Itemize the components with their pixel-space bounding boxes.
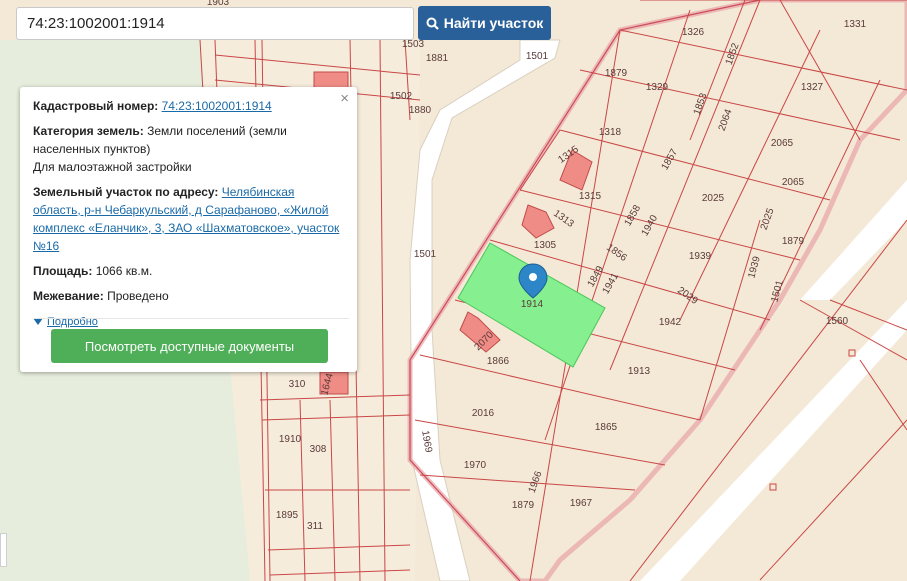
plot-number-label: 1329 — [646, 82, 669, 93]
plot-number-label: 1315 — [579, 191, 602, 202]
plot-number-label: 2016 — [472, 408, 495, 419]
plot-number-label: 1881 — [426, 53, 449, 64]
caret-down-icon — [33, 318, 43, 325]
plot-number-label: 310 — [289, 379, 306, 390]
plot-number-label: 1501 — [414, 249, 437, 260]
area-value: 1066 кв.м. — [95, 264, 153, 278]
plot-number-label: 1327 — [801, 82, 824, 93]
plot-number-label: 1560 — [826, 316, 849, 327]
category-label: Категория земель: — [33, 124, 144, 138]
plot-number-label: 1318 — [599, 127, 622, 138]
plot-number-label: 1866 — [487, 356, 510, 367]
plot-number-label: 1502 — [390, 91, 413, 102]
plot-number-label: 1895 — [276, 510, 299, 521]
plot-number-label: 1331 — [844, 19, 867, 30]
find-plot-label: Найти участок — [443, 15, 544, 31]
divider — [33, 318, 349, 319]
plot-number-label: 1914 — [521, 299, 544, 310]
survey-label: Межевание: — [33, 289, 104, 303]
plot-number-label: 1865 — [595, 422, 618, 433]
area-label: Площадь: — [33, 264, 93, 278]
search-input[interactable] — [16, 7, 414, 40]
address-label: Земельный участок по адресу: — [33, 185, 219, 199]
plot-number-label: 1942 — [659, 317, 682, 328]
plot-number-label: 2025 — [702, 193, 725, 204]
parcel-info-panel: × Кадастровый номер: 74:23:1002001:1914 … — [20, 87, 357, 372]
plot-number-label: 2065 — [782, 177, 805, 188]
cadastral-label: Кадастровый номер: — [33, 99, 159, 113]
plot-number-label: 1879 — [782, 236, 805, 247]
plot-number-label: 1913 — [628, 366, 651, 377]
view-documents-button[interactable]: Посмотреть доступные документы — [51, 329, 328, 363]
plot-number-label: 1910 — [279, 434, 302, 445]
details-label: Подробно — [47, 315, 98, 328]
find-plot-button[interactable]: Найти участок — [418, 6, 551, 40]
building — [313, 71, 349, 89]
plot-number-label: 1879 — [605, 68, 628, 79]
category-use: Для малоэтажной застройки — [33, 160, 192, 174]
plot-number-label: 1879 — [512, 500, 535, 511]
plot-number-label: 1970 — [464, 460, 487, 471]
plot-number-label: 1305 — [534, 240, 557, 251]
plot-number-label: 311 — [307, 521, 323, 532]
cadastral-number-link[interactable]: 74:23:1002001:1914 — [162, 99, 272, 113]
plot-number-label: 1939 — [689, 251, 712, 262]
plot-number-label: 308 — [310, 444, 327, 455]
plot-number-label: 1967 — [570, 498, 593, 509]
plot-number-label: 1326 — [682, 27, 705, 38]
close-icon[interactable]: × — [340, 90, 349, 108]
plot-number-label: 1880 — [409, 105, 432, 116]
plot-number-label: 1503 — [402, 39, 425, 50]
plot-number-label: 1501 — [526, 51, 549, 62]
search-icon — [426, 17, 439, 30]
plot-number-label: 2065 — [771, 138, 794, 149]
map-control[interactable] — [0, 533, 7, 567]
survey-value: Проведено — [107, 289, 169, 303]
details-link[interactable]: Подробно — [33, 313, 98, 331]
